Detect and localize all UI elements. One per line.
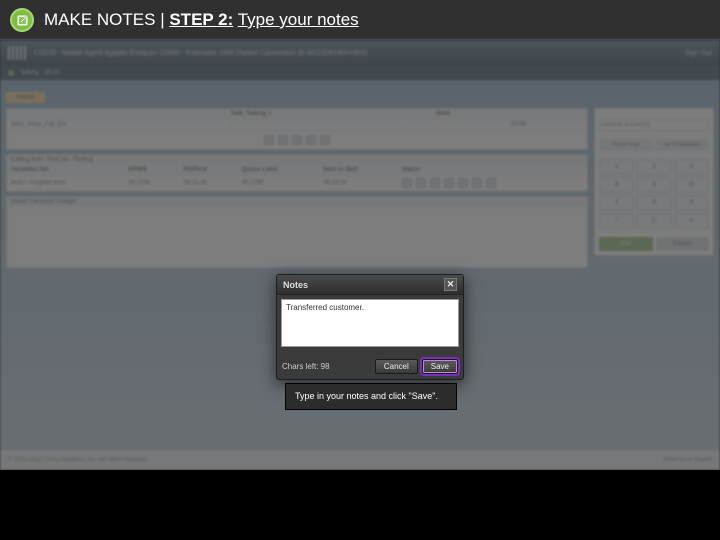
- action-icon[interactable]: [264, 135, 274, 145]
- instruction-title: MAKE NOTES: [44, 10, 155, 29]
- instruction-text: MAKE NOTES | STEP 2: Type your notes: [44, 10, 359, 30]
- cancel-button[interactable]: Cancel: [375, 359, 418, 374]
- status-action-icon[interactable]: [430, 178, 440, 188]
- edit-icon: [10, 8, 34, 32]
- status-time: 00:21: [45, 70, 60, 76]
- footer-error-link[interactable]: Send Error Report: [663, 457, 712, 463]
- status-action-icon[interactable]: [444, 178, 454, 188]
- action-icon[interactable]: [320, 135, 330, 145]
- gadget-2: Cloud Transcript Gadget: [6, 196, 588, 268]
- dial-star[interactable]: *: [599, 213, 634, 229]
- notes-dialog-title: Notes: [283, 280, 308, 290]
- close-icon[interactable]: ✕: [444, 278, 457, 291]
- tooltip-text: Type in your notes and click "Save".: [295, 391, 438, 401]
- call-actions: [7, 131, 587, 149]
- status-text: Talking: [20, 70, 39, 76]
- dial-7[interactable]: 7: [599, 195, 634, 211]
- side-tab-ext[interactable]: ext: 5103499203: [655, 139, 709, 151]
- app-area: CISCO Mobile Agent Agapito Enriquez (100…: [0, 40, 720, 470]
- sign-out-link[interactable]: Sign Out: [685, 50, 712, 57]
- app-footer: © 2010-2012 Cisco Systems, Inc. All righ…: [0, 450, 720, 470]
- cisco-title: Mobile Agent Agapito Enriquez (1004) - E…: [62, 50, 367, 57]
- gadget-1: Calling from: TestCall—Testing Variables…: [6, 154, 588, 192]
- letterbox-bottom: [0, 470, 720, 540]
- instruction-step-desc: Type your notes: [238, 10, 359, 29]
- status-action-icon[interactable]: [402, 178, 412, 188]
- dial-2[interactable]: 2: [636, 159, 671, 175]
- instruction-step-label: STEP 2:: [169, 10, 233, 29]
- notes-dialog: Notes ✕ Chars left: 98 Cancel Save: [276, 274, 464, 380]
- footer-copyright: © 2010-2012 Cisco Systems, Inc. All righ…: [8, 457, 148, 463]
- status-action-icon[interactable]: [458, 178, 468, 188]
- status-action-icon[interactable]: [472, 178, 482, 188]
- dial-pad: 1 2 3 4 5 6 7 8 9 * 0 #: [595, 155, 713, 233]
- dial-6[interactable]: 6: [674, 177, 709, 193]
- dial-5[interactable]: 5: [636, 177, 671, 193]
- cisco-logo: [8, 46, 28, 60]
- status-action-icon[interactable]: [486, 178, 496, 188]
- cisco-header: CISCO Mobile Agent Agapito Enriquez (100…: [0, 40, 720, 66]
- queue-input[interactable]: [599, 119, 709, 131]
- save-button[interactable]: Save: [422, 359, 458, 374]
- instruction-bar: MAKE NOTES | STEP 2: Type your notes: [0, 0, 720, 40]
- dial-hash[interactable]: #: [674, 213, 709, 229]
- dial-3[interactable]: 3: [674, 159, 709, 175]
- gadget-2-title: Cloud Transcript Gadget: [7, 197, 587, 207]
- instruction-sep: |: [155, 10, 169, 29]
- call-button[interactable]: Call: [599, 237, 653, 251]
- dial-4[interactable]: 4: [599, 177, 634, 193]
- side-tab-phonebook[interactable]: Phone book: [599, 139, 653, 151]
- side-panel: Phone book ext: 5103499203 1 2 3 4 5 6 7…: [594, 108, 714, 256]
- table-row: 5001_Price_Fall_EN - - - 00:05: [7, 120, 587, 131]
- notes-textarea[interactable]: [281, 299, 459, 347]
- dial-0[interactable]: 0: [636, 213, 671, 229]
- dial-8[interactable]: 8: [636, 195, 671, 211]
- dial-1[interactable]: 1: [599, 159, 634, 175]
- dial-9[interactable]: 9: [674, 195, 709, 211]
- action-icon[interactable]: [306, 135, 316, 145]
- action-icon[interactable]: [292, 135, 302, 145]
- call-panel: Talk: Talking > Hold 5001_Price_Fall_EN …: [6, 108, 588, 150]
- gadget-1-title: Calling from: TestCall—Testing: [7, 155, 587, 165]
- tab-home[interactable]: Home: [6, 92, 45, 103]
- cisco-brand: CISCO: [34, 50, 56, 57]
- table-row: test1—Asigned test1 45,7295 30,21,35 45,…: [7, 176, 587, 191]
- status-row: Talking 00:21: [0, 66, 720, 80]
- status-dot-icon: [8, 70, 14, 76]
- notes-dialog-titlebar: Notes ✕: [277, 275, 463, 295]
- instruction-tooltip: Type in your notes and click "Save".: [285, 383, 457, 410]
- status-action-icon[interactable]: [416, 178, 426, 188]
- call-cancel-button[interactable]: Cancel: [656, 237, 710, 251]
- chars-left-label: Chars left: 98: [282, 362, 330, 371]
- action-icon[interactable]: [278, 135, 288, 145]
